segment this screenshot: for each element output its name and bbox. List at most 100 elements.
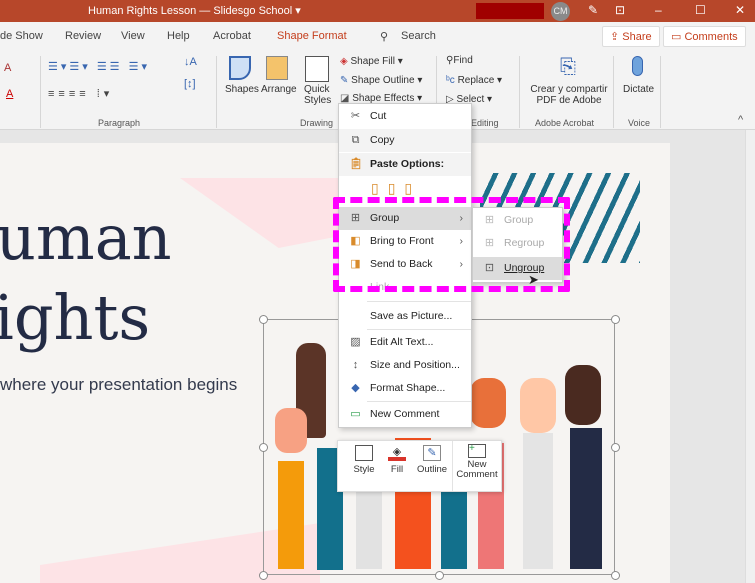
fill-label: Fill	[390, 464, 404, 475]
style-label: Style	[353, 464, 375, 475]
outline-button[interactable]: ✎ Outline	[414, 445, 450, 475]
replace-button[interactable]: ᵇc Replace ▾	[446, 75, 502, 86]
workspace-margin	[670, 143, 745, 583]
comments-button[interactable]: ▭ Comments	[663, 26, 746, 47]
quick-label-1: Quick	[304, 84, 330, 95]
resize-handle[interactable]	[611, 315, 620, 324]
cut-label: Cut	[370, 110, 387, 122]
paragraph-group-label: Paragraph	[98, 118, 141, 128]
scissors-icon: ✂	[350, 110, 361, 122]
share-icon: ⇪	[610, 31, 623, 43]
menu-separator	[367, 329, 471, 330]
collapse-ribbon-icon[interactable]: ^	[738, 114, 743, 126]
arrange-icon	[266, 56, 288, 80]
tab-shape-format[interactable]: Shape Format	[277, 30, 347, 42]
tab-help[interactable]: Help	[167, 30, 190, 42]
fill-icon: ◈	[388, 445, 406, 461]
replace-label: Replace	[457, 75, 495, 86]
drawing-group-label: Drawing	[300, 118, 334, 128]
menu-item-new-comment[interactable]: ▭ New Comment	[339, 403, 471, 426]
resize-handle[interactable]	[611, 443, 620, 452]
divider	[216, 56, 217, 128]
divider	[452, 441, 453, 491]
acrobat-create-button[interactable]: Crear y compartir PDF de Adobe	[529, 84, 609, 106]
new-comment-button[interactable]: + New Comment	[454, 444, 500, 480]
menu-item-format-shape[interactable]: ◆ Format Shape...	[339, 377, 471, 400]
divider	[519, 56, 520, 128]
search-icon[interactable]: ⚲	[380, 30, 388, 43]
edit-alt-text-label: Edit Alt Text...	[370, 336, 434, 348]
shape-outline-button[interactable]: ✎ Shape Outline ▾	[340, 75, 422, 86]
shape-outline-label: Shape Outline	[351, 75, 415, 86]
slide-subtitle[interactable]: where your presentation begins	[0, 375, 237, 395]
menu-item-copy[interactable]: ⧉ Copy	[339, 129, 471, 152]
menu-item-size-and-position[interactable]: ↕ Size and Position...	[339, 354, 471, 377]
save-as-picture-label: Save as Picture...	[370, 310, 453, 322]
shapes-icon	[229, 56, 251, 80]
window-title[interactable]: Human Rights Lesson — Slidesgo School ▾	[88, 4, 301, 17]
shapes-button[interactable]: Shapes	[225, 84, 259, 95]
avatar[interactable]: CM	[551, 2, 570, 21]
resize-handle[interactable]	[435, 571, 444, 580]
font-color-icon[interactable]: A	[6, 88, 13, 100]
format-shape-icon: ◆	[351, 382, 360, 394]
menu-item-save-as-picture[interactable]: Save as Picture...	[339, 305, 471, 328]
comments-label: Comments	[684, 31, 738, 43]
new-comment-icon: ▭	[350, 408, 361, 420]
acrobat-group-label: Adobe Acrobat	[535, 118, 595, 128]
tab-view[interactable]: View	[121, 30, 145, 42]
pen-icon[interactable]: ✎	[588, 3, 598, 17]
copy-label: Copy	[370, 134, 395, 146]
text-direction-icon[interactable]: ↓A	[184, 56, 197, 68]
tab-acrobat[interactable]: Acrobat	[213, 30, 251, 42]
pink-shape	[180, 178, 350, 248]
paste-option-icons[interactable]: ▯▯▯	[371, 180, 421, 197]
comment-icon: ▭	[671, 31, 685, 43]
dictate-button[interactable]: Dictate	[623, 84, 654, 95]
acrobat-label-2: PDF de Adobe	[536, 95, 602, 106]
slide-title-line1[interactable]: uman	[0, 201, 172, 274]
ribbon-tabs: de Show Review View Help Acrobat Shape F…	[0, 22, 755, 50]
resize-handle[interactable]	[259, 571, 268, 580]
copy-icon: ⧉	[351, 134, 360, 146]
resize-handle[interactable]	[259, 315, 268, 324]
resize-handle[interactable]	[259, 443, 268, 452]
style-icon	[355, 445, 373, 461]
size-and-position-label: Size and Position...	[370, 359, 460, 371]
title-caret: ▾	[295, 5, 301, 17]
alt-text-icon: ▨	[350, 336, 361, 348]
vertical-scrollbar[interactable]	[745, 130, 755, 583]
bullets-numbering-icons[interactable]: ☰▾☰▾ ☰☰ ☰▾	[48, 60, 150, 73]
find-label: Find	[453, 55, 473, 66]
quick-styles-button[interactable]: Quick Styles	[304, 84, 331, 106]
slide-title-line2[interactable]: ights	[0, 281, 150, 354]
ribbon-display-icon[interactable]: ⊡	[615, 3, 625, 17]
divider	[40, 56, 41, 128]
outline-icon: ✎	[423, 445, 441, 461]
arrange-button[interactable]: Arrange	[261, 84, 297, 95]
quick-styles-icon	[305, 56, 329, 82]
minimize-button[interactable]: –	[655, 3, 662, 17]
alignment-icons[interactable]: ≡≡≡≡ ⁞▾	[48, 87, 113, 100]
clipboard-icon: 📋︎	[349, 158, 363, 170]
quick-label-2: Styles	[304, 95, 332, 106]
divider	[660, 56, 661, 128]
new-comment-icon: +	[468, 444, 486, 458]
replace-icon: ᵇc	[446, 75, 458, 86]
tab-slide-show[interactable]: de Show	[0, 30, 43, 42]
menu-item-cut[interactable]: ✂ Cut	[339, 105, 471, 128]
maximize-button[interactable]: ☐	[695, 3, 706, 17]
find-button[interactable]: ⚲Find	[446, 55, 473, 66]
share-button[interactable]: ⇪ Share	[602, 26, 660, 47]
close-button[interactable]: ✕	[735, 3, 745, 17]
resize-handle[interactable]	[611, 571, 620, 580]
tab-review[interactable]: Review	[65, 30, 101, 42]
style-button[interactable]: Style	[346, 445, 382, 475]
text-effects-icon[interactable]: A	[4, 62, 11, 74]
menu-item-edit-alt-text[interactable]: ▨ Edit Alt Text...	[339, 331, 471, 354]
search-box[interactable]: Search	[401, 30, 436, 42]
shape-fill-button[interactable]: ◈ Shape Fill ▾	[340, 56, 403, 67]
align-text-icon[interactable]: [↕]	[184, 78, 196, 90]
new-comment-line2: Comment	[456, 469, 498, 480]
fill-button[interactable]: ◈ Fill	[382, 445, 412, 475]
